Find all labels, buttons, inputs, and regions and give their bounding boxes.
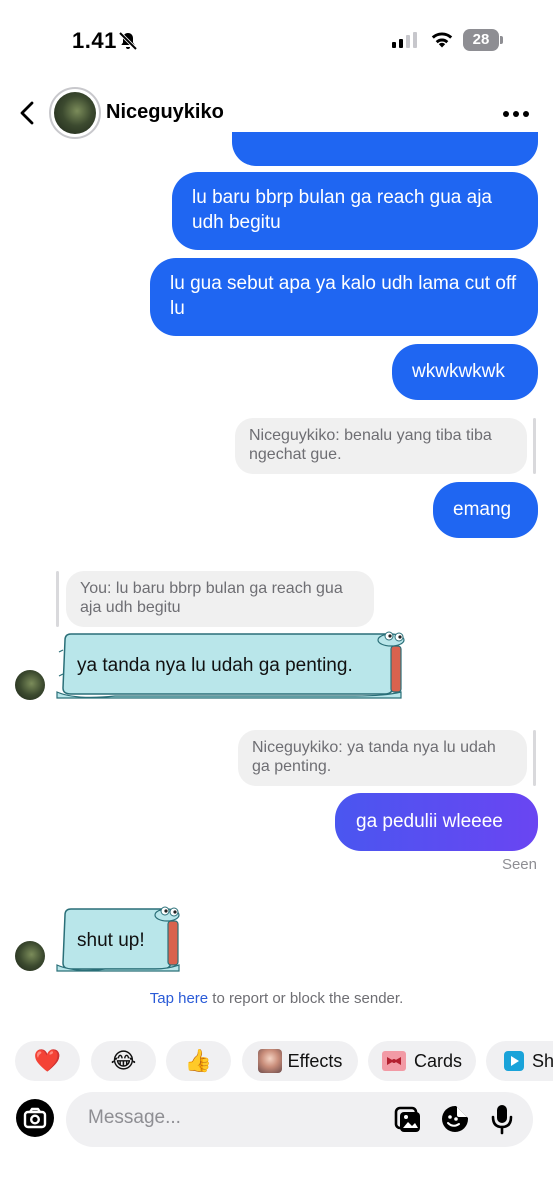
message-text: emang <box>453 499 512 520</box>
message-bubble-cutoff[interactable] <box>232 132 538 166</box>
play-icon <box>504 1051 524 1071</box>
effects-label: Effects <box>287 1050 343 1071</box>
quick-reaction-thumbs-up[interactable]: 👍 <box>166 1041 231 1081</box>
quick-reaction-laugh[interactable]: 😂 <box>91 1041 156 1081</box>
contact-name[interactable]: Niceguykiko <box>106 101 224 124</box>
cards-button[interactable]: Cards <box>368 1041 476 1081</box>
battery-tip <box>500 36 503 44</box>
message-text: lu baru bbrp bulan ga reach gua aja udh … <box>192 187 493 233</box>
effects-button[interactable]: Effects <box>242 1041 358 1081</box>
sender-avatar[interactable] <box>15 670 45 700</box>
reply-quote[interactable]: Niceguykiko: ya tanda nya lu udah ga pen… <box>238 730 527 786</box>
message-bubble-outgoing[interactable]: lu gua sebut apa ya kalo udh lama cut of… <box>150 258 538 336</box>
message-text: shut up! <box>77 930 145 951</box>
bell-muted-icon <box>118 31 138 56</box>
message-bubble-outgoing[interactable]: lu baru bbrp bulan ga reach gua aja udh … <box>172 172 538 250</box>
message-bubble-outgoing[interactable]: ga pedulii wleeee <box>335 793 538 851</box>
report-notice-text: to report or block the sender. <box>208 990 404 1007</box>
more-options-icon[interactable] <box>503 111 529 117</box>
camera-icon <box>23 1107 47 1129</box>
reply-quote[interactable]: You: lu baru bbrp bulan ga reach gua aja… <box>66 571 374 627</box>
seen-receipt: Seen <box>501 856 537 873</box>
reply-quote-bar <box>56 571 59 627</box>
cards-label: Cards <box>413 1050 462 1071</box>
camera-button[interactable] <box>16 1099 54 1137</box>
share-label: Sh <box>532 1050 553 1071</box>
microphone-icon[interactable] <box>488 1103 516 1140</box>
wifi-icon <box>429 29 455 54</box>
quick-reaction-heart[interactable]: ❤️ <box>15 1041 80 1081</box>
message-text: lu gua sebut apa ya kalo udh lama cut of… <box>170 273 517 319</box>
message-text: ga pedulii wleeee <box>356 811 503 832</box>
gift-card-icon <box>381 1051 406 1071</box>
laughing-emoji-icon: 😂 <box>110 1048 137 1073</box>
sender-avatar[interactable] <box>15 941 45 971</box>
reply-quote-bar <box>533 418 536 474</box>
cellular-signal-icon <box>392 32 417 48</box>
reply-quote[interactable]: Niceguykiko: benalu yang tiba tiba ngech… <box>235 418 527 474</box>
heart-icon: ❤️ <box>33 1048 62 1073</box>
message-text: ya tanda nya lu udah ga penting. <box>77 655 353 676</box>
message-text: wkwkwkwk <box>412 361 505 382</box>
message-bubble-outgoing[interactable]: wkwkwkwk <box>392 344 538 400</box>
status-time: 1.41 <box>72 28 117 53</box>
reply-quote-text: Niceguykiko: benalu yang tiba tiba ngech… <box>249 427 492 463</box>
sticker-message-bubble[interactable]: shut up! <box>55 905 185 975</box>
report-link[interactable]: Tap here <box>150 990 208 1007</box>
back-chevron-icon[interactable] <box>16 100 40 131</box>
sticker-icon[interactable] <box>440 1104 470 1139</box>
report-block-notice: Tap here to report or block the sender. <box>0 990 553 1007</box>
reply-quote-text: You: lu baru bbrp bulan ga reach gua aja… <box>80 580 343 616</box>
battery-indicator: 28 <box>463 29 499 51</box>
reply-quote-bar <box>533 730 536 786</box>
gallery-icon[interactable] <box>392 1104 422 1139</box>
effects-icon <box>257 1049 282 1073</box>
message-input[interactable]: Message... <box>88 1107 181 1129</box>
contact-avatar[interactable] <box>54 92 96 134</box>
sticker-message-bubble[interactable]: ya tanda nya lu udah ga penting. <box>55 630 411 702</box>
share-button[interactable]: Sh <box>486 1041 553 1081</box>
thumbs-up-icon: 👍 <box>184 1048 213 1073</box>
message-bubble-outgoing[interactable]: emang <box>433 482 538 538</box>
reply-quote-text: Niceguykiko: ya tanda nya lu udah ga pen… <box>252 739 496 775</box>
